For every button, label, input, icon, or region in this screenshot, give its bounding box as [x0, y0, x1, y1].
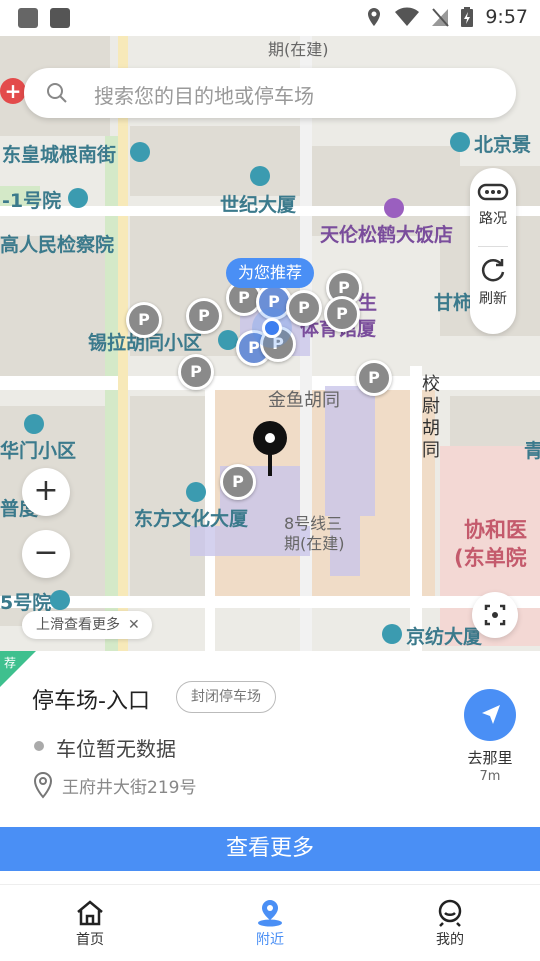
swipe-hint-chip[interactable]: 上滑查看更多 ✕ — [22, 611, 152, 639]
poi-marker-icon — [382, 624, 402, 644]
map-label: 东皇城根南街 — [2, 144, 117, 166]
map-label: 东方文化大厦 — [134, 508, 249, 530]
map-label: 天伦松鹤大饭店 — [320, 224, 454, 246]
close-icon[interactable]: ✕ — [128, 617, 140, 633]
traffic-button[interactable]: 路况 — [470, 182, 516, 228]
address-pin-icon — [33, 771, 53, 799]
search-input[interactable]: 搜索您的目的地或停车场 — [94, 80, 314, 109]
parking-marker-icon[interactable]: P — [178, 354, 214, 390]
distance-label: 7m — [479, 769, 501, 784]
nav-item-profile[interactable]: 我的 — [400, 899, 500, 949]
poi-marker-icon — [130, 142, 150, 162]
map-view[interactable]: 期(在建) 东皇城根南街 北京景 -1号院 世纪大厦 高人民检察院 天伦松鹤大饭… — [0, 36, 540, 651]
map-label: 校尉胡同 — [422, 374, 440, 461]
parking-marker-icon[interactable]: P — [220, 464, 256, 500]
view-more-button[interactable]: 查看更多 — [0, 827, 540, 871]
poi-marker-icon — [68, 188, 88, 208]
navigate-button[interactable] — [464, 689, 516, 741]
app-notification-icon — [50, 8, 70, 28]
zoom-in-button[interactable]: + — [22, 468, 70, 516]
lot-type-badge: 封闭停车场 — [176, 681, 276, 713]
parking-lot-name: 停车场-入口 — [32, 689, 150, 714]
parking-address: 王府井大街219号 — [62, 778, 197, 798]
parking-marker-icon[interactable]: P — [324, 296, 360, 332]
search-bar[interactable]: 搜索您的目的地或停车场 — [24, 68, 516, 118]
poi-marker-icon — [24, 414, 44, 434]
refresh-label: 刷新 — [479, 291, 507, 307]
navigate-arrow-icon — [482, 705, 500, 724]
nav-label: 我的 — [436, 932, 464, 948]
parking-marker-icon[interactable]: P — [126, 302, 162, 338]
location-status-icon — [368, 8, 381, 26]
navigate-label[interactable]: 去那里 — [458, 747, 522, 768]
divider — [478, 246, 508, 247]
no-signal-icon — [432, 8, 450, 27]
traffic-icon — [477, 183, 509, 201]
recommend-tag-text: 荐 — [4, 656, 17, 670]
status-bar: 9:57 — [0, 0, 540, 36]
parking-marker-icon[interactable]: P — [186, 298, 222, 334]
map-label: 高人民检察院 — [0, 234, 115, 256]
map-label: 北京景 — [474, 134, 532, 156]
map-label: -1号院 — [2, 190, 62, 212]
spaces-status: 车位暂无数据 — [56, 737, 176, 761]
refresh-button[interactable]: 刷新 — [470, 256, 516, 308]
map-label: 华门小区 — [0, 440, 77, 462]
nav-item-home[interactable]: 首页 — [40, 899, 140, 949]
locate-icon — [484, 604, 506, 626]
search-icon — [47, 83, 67, 103]
current-location-icon — [262, 318, 282, 338]
poi-marker-icon — [250, 166, 270, 186]
clock: 9:57 — [485, 6, 528, 28]
poi-marker-icon — [218, 330, 238, 350]
map-label: 期(在建) — [284, 534, 345, 553]
hotel-marker-icon — [384, 198, 404, 218]
map-label: 京纺大厦 — [406, 626, 483, 648]
battery-charging-icon — [461, 7, 474, 27]
wifi-icon — [395, 7, 420, 26]
parking-marker-icon[interactable]: P — [356, 360, 392, 396]
poi-marker-icon — [450, 132, 470, 152]
locate-me-button[interactable] — [472, 592, 518, 638]
map-label: 青 — [524, 440, 540, 462]
map-control-panel: 路况 刷新 — [470, 168, 516, 334]
traffic-label: 路况 — [479, 211, 507, 227]
location-person-icon — [258, 900, 282, 927]
zoom-out-button[interactable]: − — [22, 530, 70, 578]
bottom-nav: 首页 附近 我的 — [0, 884, 540, 961]
refresh-icon — [481, 259, 505, 282]
gallery-notification-icon — [18, 8, 38, 28]
map-label: 甘柿 — [434, 292, 473, 314]
nav-label: 首页 — [76, 932, 104, 948]
status-dot-icon — [34, 741, 44, 751]
home-icon — [77, 900, 103, 926]
map-label: 世纪大厦 — [220, 194, 297, 216]
parking-marker-icon[interactable]: P — [286, 290, 322, 326]
poi-marker-icon — [50, 590, 70, 610]
map-label: 金鱼胡同 — [268, 390, 340, 411]
user-icon — [438, 899, 462, 927]
nav-item-nearby[interactable]: 附近 — [220, 899, 320, 949]
destination-pin-icon — [253, 421, 287, 476]
hospital-marker-icon: + — [0, 78, 26, 104]
map-label: (东单院 — [454, 546, 527, 570]
recommend-bubble[interactable]: 为您推荐 — [226, 258, 315, 288]
poi-marker-icon — [186, 482, 206, 502]
swipe-hint-text: 上滑查看更多 — [36, 617, 120, 633]
nav-label: 附近 — [256, 932, 284, 948]
parking-info-card[interactable]: 荐 停车场-入口 封闭停车场 车位暂无数据 王府井大街219号 去那里 7m — [0, 651, 540, 827]
map-label: 协和医 — [464, 518, 527, 542]
map-label: 期(在建) — [268, 40, 329, 59]
